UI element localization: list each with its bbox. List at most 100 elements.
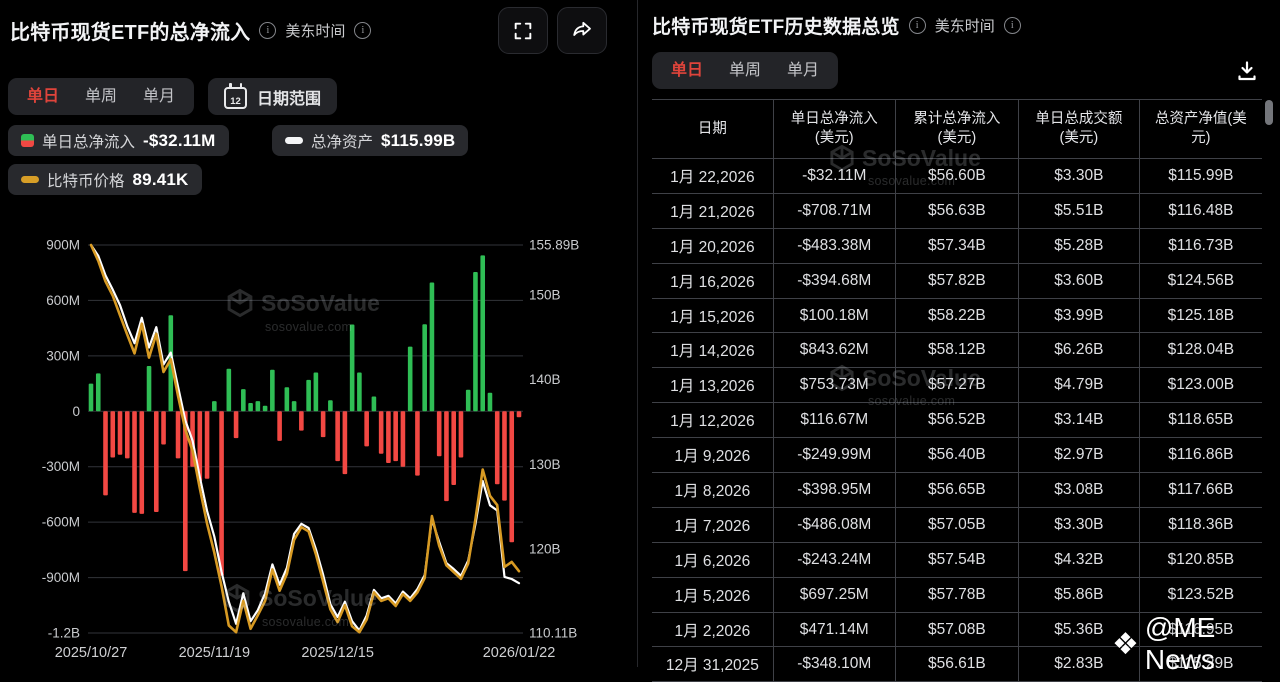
table-row[interactable]: 1月 8,2026-$398.95M$56.65B$3.08B$117.66B — [652, 473, 1262, 508]
svg-text:-1.2B: -1.2B — [48, 626, 80, 641]
svg-text:2025/12/15: 2025/12/15 — [301, 645, 374, 661]
history-table: 日期单日总净流入(美元)累计总净流入(美元)单日总成交额(美元)总资产净值(美元… — [652, 99, 1262, 682]
share-button[interactable] — [557, 7, 607, 54]
date-range-label: 日期范围 — [257, 85, 321, 109]
nav-cell: $123.00B — [1139, 368, 1262, 402]
svg-text:140B: 140B — [529, 372, 561, 387]
flow-cell: -$394.68M — [773, 264, 895, 298]
date-cell: 1月 21,2026 — [652, 194, 773, 228]
cumulative-cell: $58.12B — [895, 333, 1018, 367]
table-row[interactable]: 1月 21,2026-$708.71M$56.63B$5.51B$116.48B — [652, 194, 1262, 229]
flow-cell: -$249.99M — [773, 438, 895, 472]
table-row[interactable]: 1月 15,2026$100.18M$58.22B$3.99B$125.18B — [652, 299, 1262, 334]
tab-weekly[interactable]: 单周 — [72, 78, 130, 115]
date-cell: 1月 16,2026 — [652, 264, 773, 298]
nav-cell: $118.36B — [1139, 508, 1262, 542]
volume-cell: $5.86B — [1018, 578, 1139, 612]
svg-text:600M: 600M — [46, 293, 80, 308]
table-row[interactable]: 1月 5,2026$697.25M$57.78B$5.86B$123.52B — [652, 578, 1262, 613]
svg-text:-300M: -300M — [42, 459, 80, 474]
date-cell: 1月 5,2026 — [652, 578, 773, 612]
cumulative-cell: $56.52B — [895, 403, 1018, 437]
date-cell: 1月 6,2026 — [652, 543, 773, 577]
volume-cell: $3.08B — [1018, 473, 1139, 507]
svg-text:130B: 130B — [529, 457, 561, 472]
volume-cell: $5.51B — [1018, 194, 1139, 228]
etf-flow-chart[interactable]: 900M600M300M0-300M-600M-900M-1.2B155.89B… — [0, 230, 637, 667]
download-button[interactable] — [1234, 58, 1260, 84]
info-icon[interactable] — [259, 22, 276, 39]
volume-cell: $3.60B — [1018, 264, 1139, 298]
date-cell: 1月 2,2026 — [652, 613, 773, 647]
flow-cell: -$483.38M — [773, 229, 895, 263]
timezone-label: 美东时间 — [935, 15, 995, 36]
tab-daily[interactable]: 单日 — [658, 52, 716, 89]
legend-daily-flow[interactable]: 单日总净流入 -$32.11M — [8, 125, 229, 156]
flow-cell: -$348.10M — [773, 647, 895, 681]
info-icon[interactable] — [354, 22, 371, 39]
flow-cell: -$243.24M — [773, 543, 895, 577]
legend-label: 单日总净流入 — [42, 130, 135, 152]
download-icon — [1235, 59, 1259, 83]
cumulative-cell: $57.27B — [895, 368, 1018, 402]
news-watermark-text: @ME News — [1145, 612, 1280, 676]
table-row[interactable]: 1月 7,2026-$486.08M$57.05B$3.30B$118.36B — [652, 508, 1262, 543]
column-header: 总资产净值(美元) — [1139, 100, 1262, 158]
volume-cell: $4.32B — [1018, 543, 1139, 577]
nav-cell: $118.65B — [1139, 403, 1262, 437]
left-panel-title: 比特币现货ETF的总净流入 — [10, 16, 250, 45]
table-row[interactable]: 1月 13,2026$753.73M$57.27B$4.79B$123.00B — [652, 368, 1262, 403]
legend-btc-price[interactable]: 比特币价格 89.41K — [8, 164, 202, 195]
volume-cell: $2.97B — [1018, 438, 1139, 472]
flow-cell: -$708.71M — [773, 194, 895, 228]
svg-text:155.89B: 155.89B — [529, 238, 579, 253]
svg-text:120B: 120B — [529, 542, 561, 557]
column-header: 累计总净流入(美元) — [895, 100, 1018, 158]
table-row[interactable]: 1月 14,2026$843.62M$58.12B$6.26B$128.04B — [652, 333, 1262, 368]
table-row[interactable]: 1月 22,2026-$32.11M$56.60B$3.30B$115.99B — [652, 159, 1262, 194]
legend-label: 比特币价格 — [47, 169, 125, 191]
legend-label: 总净资产 — [311, 130, 373, 152]
share-icon — [570, 19, 594, 43]
nav-cell: $128.04B — [1139, 333, 1262, 367]
cumulative-cell: $57.34B — [895, 229, 1018, 263]
table-row[interactable]: 1月 16,2026-$394.68M$57.82B$3.60B$124.56B — [652, 264, 1262, 299]
table-row[interactable]: 1月 12,2026$116.67M$56.52B$3.14B$118.65B — [652, 403, 1262, 438]
svg-text:300M: 300M — [46, 348, 80, 363]
inflow-chart-panel: 比特币现货ETF的总净流入 美东时间 单日 单周 单月 12 日期范围 单日总净… — [0, 0, 638, 667]
column-header: 单日总成交额(美元) — [1018, 100, 1139, 158]
table-row[interactable]: 1月 9,2026-$249.99M$56.40B$2.97B$116.86B — [652, 438, 1262, 473]
date-cell: 1月 20,2026 — [652, 229, 773, 263]
tab-monthly[interactable]: 单月 — [774, 52, 832, 89]
tab-daily[interactable]: 单日 — [14, 78, 72, 115]
tab-weekly[interactable]: 单周 — [716, 52, 774, 89]
right-panel-title: 比特币现货ETF历史数据总览 — [652, 12, 900, 39]
table-row[interactable]: 1月 20,2026-$483.38M$57.34B$5.28B$116.73B — [652, 229, 1262, 264]
legend-value: -$32.11M — [143, 131, 215, 151]
calendar-icon: 12 — [224, 87, 247, 109]
column-header: 单日总净流入(美元) — [773, 100, 895, 158]
legend-net-assets[interactable]: 总净资产 $115.99B — [272, 125, 468, 156]
nav-cell: $115.99B — [1139, 159, 1262, 193]
date-cell: 1月 13,2026 — [652, 368, 773, 402]
table-scrollbar-thumb[interactable] — [1265, 100, 1273, 125]
tab-monthly[interactable]: 单月 — [130, 78, 188, 115]
volume-cell: $3.99B — [1018, 299, 1139, 333]
right-header: 比特币现货ETF历史数据总览 美东时间 — [652, 12, 1021, 39]
flow-cell: -$486.08M — [773, 508, 895, 542]
nav-cell: $116.86B — [1139, 438, 1262, 472]
volume-cell: $5.28B — [1018, 229, 1139, 263]
date-range-button[interactable]: 12 日期范围 — [208, 78, 337, 115]
svg-text:150B: 150B — [529, 287, 561, 302]
date-cell: 1月 12,2026 — [652, 403, 773, 437]
fullscreen-button[interactable] — [498, 7, 548, 54]
date-cell: 1月 14,2026 — [652, 333, 773, 367]
nav-cell: $123.52B — [1139, 578, 1262, 612]
legend-value: $115.99B — [381, 131, 455, 151]
table-row[interactable]: 1月 6,2026-$243.24M$57.54B$4.32B$120.85B — [652, 543, 1262, 578]
info-icon[interactable] — [909, 17, 926, 34]
info-icon[interactable] — [1004, 17, 1021, 34]
volume-cell: $6.26B — [1018, 333, 1139, 367]
svg-text:2025/11/19: 2025/11/19 — [179, 645, 251, 661]
assets-line-icon — [285, 137, 303, 144]
